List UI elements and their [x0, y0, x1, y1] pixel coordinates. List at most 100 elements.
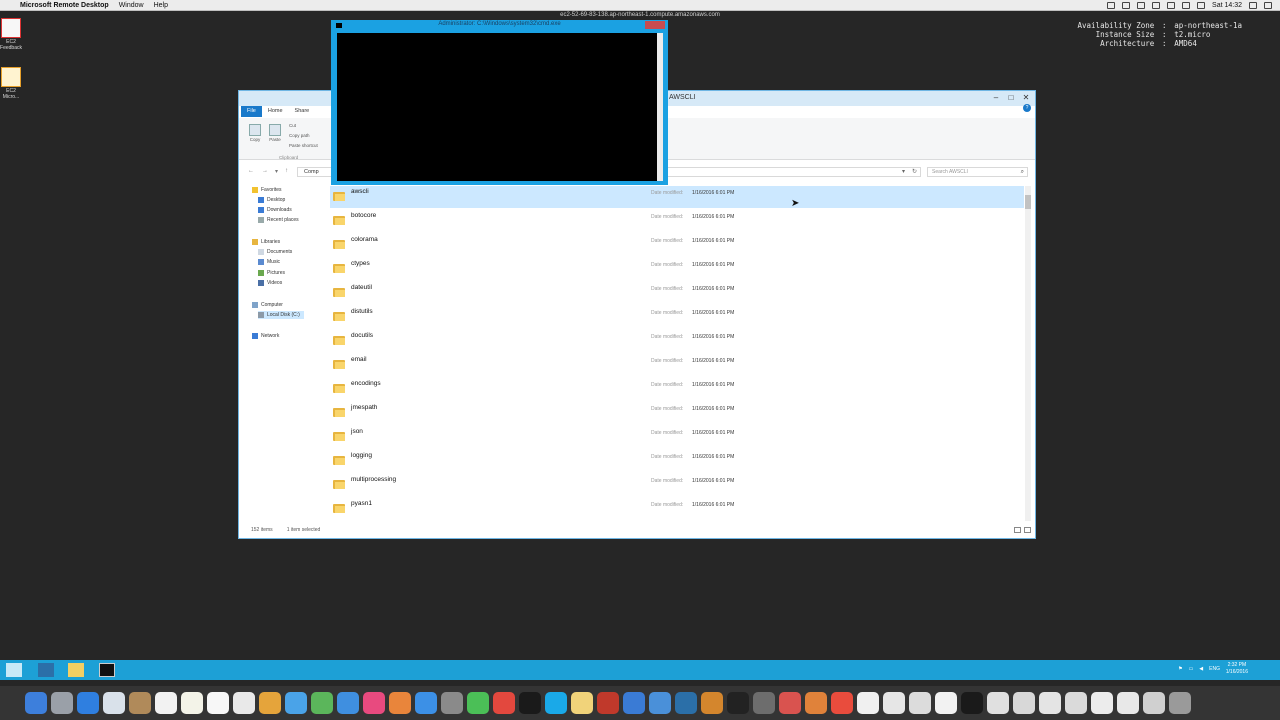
language-indicator[interactable]: ENG — [1209, 666, 1220, 672]
trash-icon[interactable] — [1169, 692, 1191, 714]
menu-help[interactable]: Help — [154, 2, 168, 9]
bluetooth-icon[interactable] — [1167, 1, 1176, 9]
folder-row[interactable]: pyasn1 Date modified: 1/16/2016 6:01 PM — [330, 498, 1024, 520]
action-center-icon[interactable]: ⚑ — [1178, 666, 1182, 672]
nav-recent-places[interactable]: Recent places — [258, 216, 299, 224]
numbers-icon[interactable] — [311, 692, 333, 714]
terminal-icon[interactable] — [519, 692, 541, 714]
document-icon[interactable] — [909, 692, 931, 714]
scrollbar-thumb[interactable] — [1025, 195, 1031, 209]
contacts-icon[interactable] — [129, 692, 151, 714]
nav-local-disk[interactable]: Local Disk (C:) — [258, 311, 304, 319]
maximize-button[interactable]: □ — [1004, 92, 1018, 103]
clipboard-icon[interactable] — [1137, 1, 1146, 9]
ibooks-icon[interactable] — [389, 692, 411, 714]
teamviewer-icon[interactable] — [675, 692, 697, 714]
evernote-icon[interactable] — [1122, 1, 1131, 9]
start-button[interactable] — [6, 663, 22, 677]
search-input[interactable]: Search AWSCLI ⌕ — [927, 167, 1028, 177]
forward-button[interactable]: → — [262, 168, 268, 174]
keynote-icon[interactable] — [337, 692, 359, 714]
window-icon[interactable] — [1091, 692, 1113, 714]
large-icons-view-icon[interactable] — [1024, 527, 1031, 533]
reminders-icon[interactable] — [207, 692, 229, 714]
maps-icon[interactable] — [233, 692, 255, 714]
tab-share[interactable]: Share — [289, 106, 316, 117]
nav-computer[interactable]: Computer — [252, 301, 283, 309]
wifi-icon[interactable] — [1182, 1, 1191, 9]
cmd-window[interactable]: Administrator: C:\Windows\system32\cmd.e… — [331, 20, 668, 185]
evernote-dock-icon[interactable] — [467, 692, 489, 714]
folder-dock-icon[interactable] — [571, 692, 593, 714]
paste-shortcut-button[interactable]: Paste shortcut — [289, 143, 318, 148]
up-button[interactable]: ↑ — [285, 168, 288, 174]
folder-row[interactable]: multiprocessing Date modified: 1/16/2016 6… — [330, 474, 1024, 496]
menu-window[interactable]: Window — [119, 2, 144, 9]
mail-icon[interactable] — [103, 692, 125, 714]
nav-libraries[interactable]: Libraries — [252, 238, 280, 246]
utility-dock-icon[interactable] — [805, 692, 827, 714]
itunes-icon[interactable] — [363, 692, 385, 714]
app-menu[interactable]: Microsoft Remote Desktop — [20, 2, 109, 9]
cut-button[interactable]: Cut — [289, 123, 296, 128]
folder-row[interactable]: email Date modified: 1/16/2016 6:01 PM — [330, 354, 1024, 376]
screen-icon[interactable] — [1152, 1, 1161, 9]
launchpad-icon[interactable] — [51, 692, 73, 714]
volume-tray-icon[interactable]: ◀ — [1199, 666, 1203, 672]
details-view-icon[interactable] — [1014, 527, 1021, 533]
volume-icon[interactable] — [1197, 1, 1206, 9]
desktop-icon-ec2-feedback[interactable]: EC2 Feedback — [0, 18, 22, 51]
window-icon[interactable] — [1117, 692, 1139, 714]
nav-network[interactable]: Network — [252, 332, 279, 340]
server-manager-icon[interactable] — [38, 663, 54, 677]
help-icon[interactable]: ? — [1023, 104, 1031, 112]
notification-center-icon[interactable] — [1264, 1, 1272, 9]
back-button[interactable]: ← — [248, 168, 254, 174]
console-area[interactable] — [337, 33, 657, 181]
system-preferences-icon[interactable] — [441, 692, 463, 714]
tab-file[interactable]: File — [241, 106, 262, 117]
messages-icon[interactable] — [285, 692, 307, 714]
nav-downloads[interactable]: Downloads — [258, 206, 292, 214]
vertical-scrollbar[interactable] — [1025, 186, 1031, 521]
window-icon[interactable] — [1143, 692, 1165, 714]
skype-icon[interactable] — [545, 692, 567, 714]
cmd-taskbar-icon[interactable] — [99, 663, 115, 677]
acrobat-icon[interactable] — [831, 692, 853, 714]
taskbar-clock[interactable]: 2:32 PM 1/16/2016 — [1226, 662, 1248, 676]
spotlight-icon[interactable] — [1249, 1, 1257, 9]
folder-row[interactable]: logging Date modified: 1/16/2016 6:01 PM — [330, 450, 1024, 472]
remote-desktop-dock-icon[interactable] — [623, 692, 645, 714]
document-icon[interactable] — [857, 692, 879, 714]
menubar-clock[interactable]: Sat 14:32 — [1212, 2, 1242, 9]
filezilla-icon[interactable] — [779, 692, 801, 714]
recent-locations-button[interactable]: ▾ — [275, 168, 278, 175]
window-icon[interactable] — [987, 692, 1009, 714]
calendar-icon[interactable] — [155, 692, 177, 714]
window-icon[interactable] — [1065, 692, 1087, 714]
minimize-button[interactable]: – — [989, 92, 1003, 103]
network-tray-icon[interactable]: ▭ — [1189, 666, 1194, 672]
nav-documents[interactable]: Documents — [258, 248, 292, 256]
document-icon[interactable] — [935, 692, 957, 714]
kindle-icon[interactable] — [727, 692, 749, 714]
paste-button[interactable]: Paste — [269, 124, 281, 142]
close-button[interactable]: ✕ — [1019, 92, 1033, 103]
virtualbox-icon[interactable] — [753, 692, 775, 714]
nav-favorites[interactable]: Favorites — [252, 186, 282, 194]
folder-row[interactable]: colorama Date modified: 1/16/2016 6:01 PM — [330, 234, 1024, 256]
folder-row[interactable]: jmespath Date modified: 1/16/2016 6:01 PM — [330, 402, 1024, 424]
folder-row[interactable]: botocore Date modified: 1/16/2016 6:01 PM — [330, 210, 1024, 232]
chrome-icon[interactable] — [493, 692, 515, 714]
copy-button[interactable]: Copy — [249, 124, 261, 142]
copy-path-button[interactable]: Copy path — [289, 133, 310, 138]
folder-row[interactable]: encodings Date modified: 1/16/2016 6:01 PM — [330, 378, 1024, 400]
notes-icon[interactable] — [181, 692, 203, 714]
nav-music[interactable]: Music — [258, 258, 280, 266]
document-icon[interactable] — [883, 692, 905, 714]
nav-desktop[interactable]: Desktop — [258, 196, 285, 204]
nav-videos[interactable]: Videos — [258, 279, 282, 287]
window-icon[interactable] — [1039, 692, 1061, 714]
sublime-icon[interactable] — [701, 692, 723, 714]
app-dock-icon[interactable] — [597, 692, 619, 714]
